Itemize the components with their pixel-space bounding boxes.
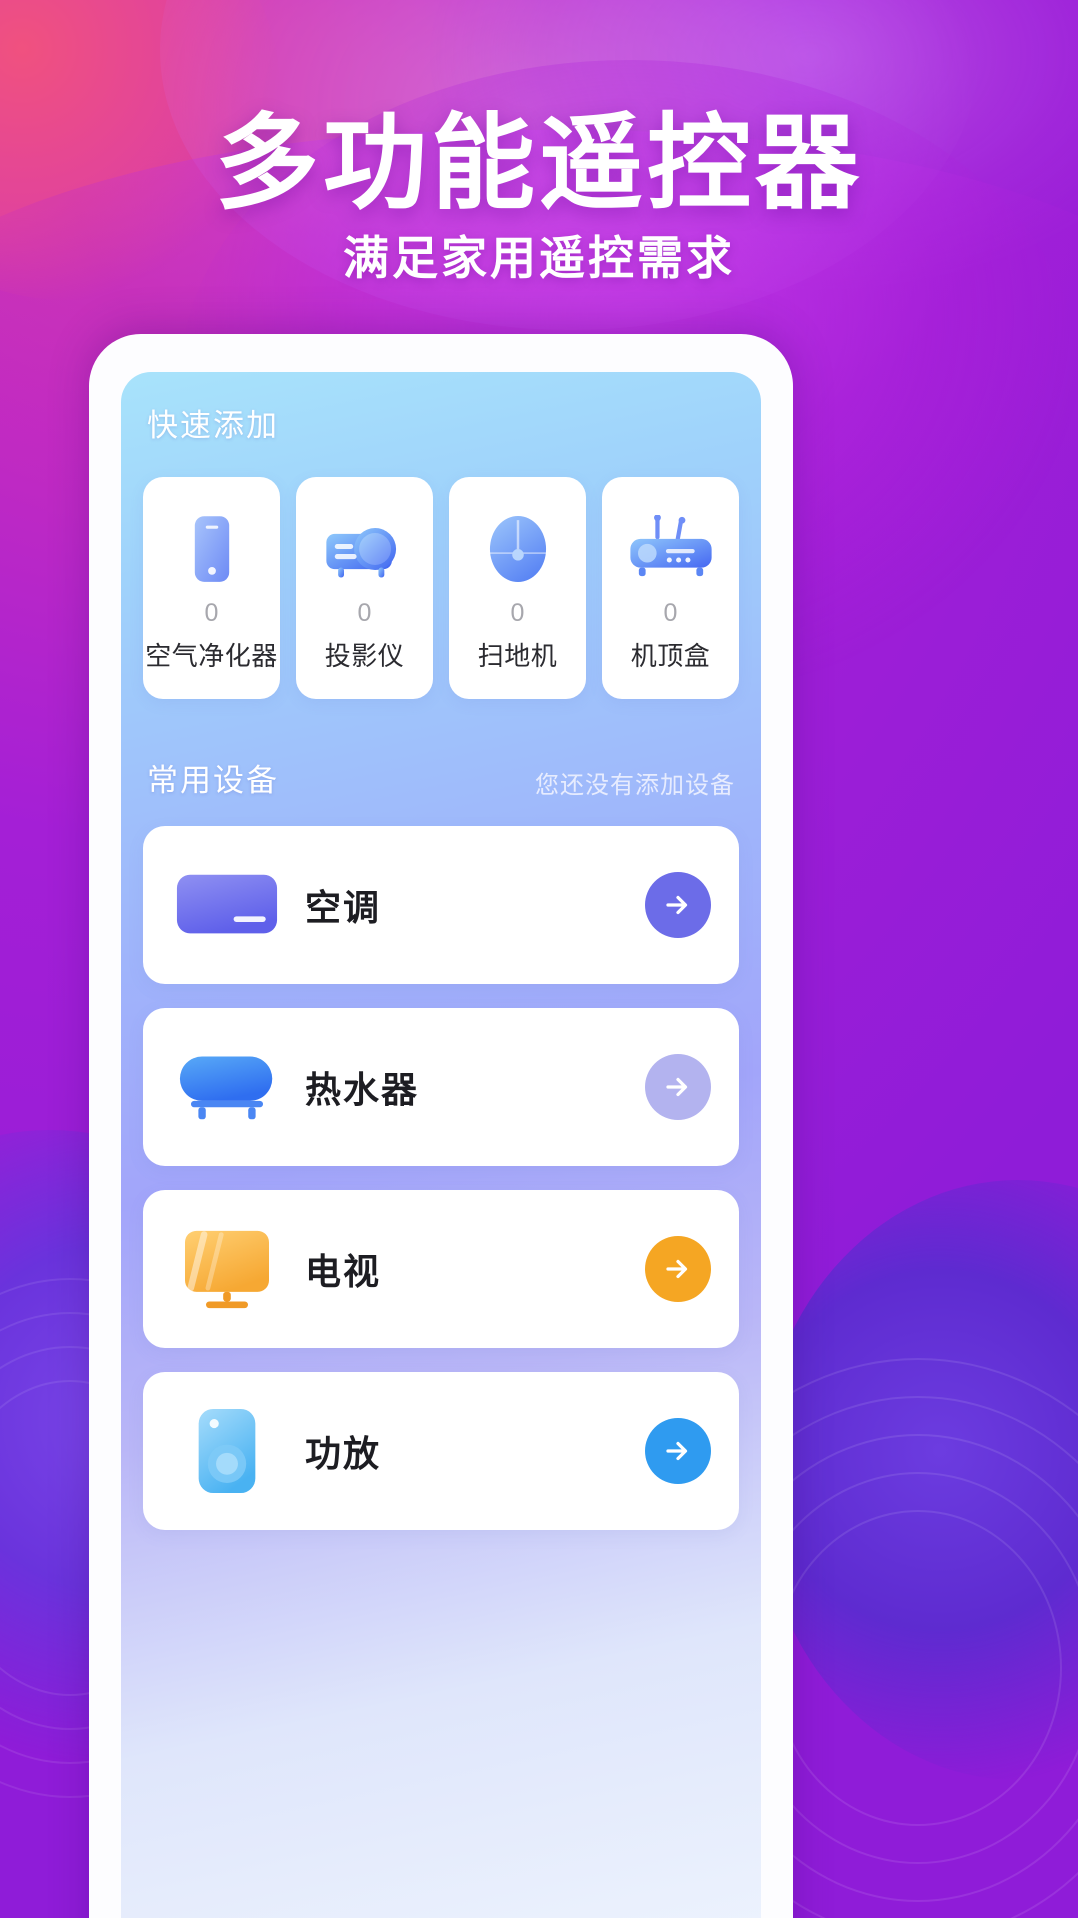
quick-add-tile-air-purifier[interactable]: 0 空气净化器 bbox=[143, 477, 280, 699]
robot-vacuum-icon bbox=[485, 503, 551, 595]
tile-label: 扫地机 bbox=[477, 641, 558, 671]
amplifier-icon bbox=[171, 1405, 283, 1497]
device-list: 空调 热水器 电视 功放 bbox=[121, 800, 761, 1530]
device-name: 热水器 bbox=[305, 1069, 420, 1110]
water-heater-icon bbox=[171, 1041, 283, 1133]
projector-icon bbox=[323, 503, 407, 595]
page-title: 多功能遥控器 bbox=[214, 102, 863, 224]
television-icon bbox=[171, 1223, 283, 1315]
device-name: 电视 bbox=[305, 1251, 382, 1292]
quick-add-title: 快速添加 bbox=[147, 408, 279, 443]
tile-label: 投影仪 bbox=[324, 641, 405, 671]
common-devices-empty-note: 您还没有添加设备 bbox=[535, 772, 735, 799]
air-purifier-icon bbox=[187, 503, 237, 595]
quick-add-tile-projector[interactable]: 0 投影仪 bbox=[296, 477, 433, 699]
arrow-right-icon[interactable] bbox=[645, 1054, 711, 1120]
common-devices-title: 常用设备 bbox=[147, 763, 279, 798]
arrow-right-icon[interactable] bbox=[645, 872, 711, 938]
tile-count: 0 bbox=[204, 599, 219, 627]
tile-label: 机顶盒 bbox=[630, 641, 711, 671]
table-row[interactable]: 热水器 bbox=[143, 1008, 739, 1166]
table-row[interactable]: 空调 bbox=[143, 826, 739, 984]
tile-count: 0 bbox=[510, 599, 525, 627]
tile-count: 0 bbox=[357, 599, 372, 627]
arrow-right-icon[interactable] bbox=[645, 1418, 711, 1484]
app-screen: 快速添加 0 空气净化器 0 投影仪 0 扫地机 0 机顶盒 常用设备 您还没有… bbox=[121, 372, 761, 1918]
quick-add-tile-set-top-box[interactable]: 0 机顶盒 bbox=[602, 477, 739, 699]
device-name: 空调 bbox=[305, 887, 382, 928]
device-name: 功放 bbox=[305, 1433, 382, 1474]
quick-add-tiles: 0 空气净化器 0 投影仪 0 扫地机 0 机顶盒 bbox=[121, 445, 761, 699]
air-conditioner-icon bbox=[171, 859, 283, 951]
tile-count: 0 bbox=[663, 599, 678, 627]
table-row[interactable]: 功放 bbox=[143, 1372, 739, 1530]
page-subtitle: 满足家用遥控需求 bbox=[343, 231, 735, 285]
table-row[interactable]: 电视 bbox=[143, 1190, 739, 1348]
phone-mockup: 快速添加 0 空气净化器 0 投影仪 0 扫地机 0 机顶盒 常用设备 您还没有… bbox=[89, 334, 793, 1918]
common-devices-header: 常用设备 您还没有添加设备 bbox=[121, 699, 761, 800]
quick-add-tile-robot-vacuum[interactable]: 0 扫地机 bbox=[449, 477, 586, 699]
tile-label: 空气净化器 bbox=[145, 641, 278, 671]
quick-add-header: 快速添加 bbox=[121, 372, 761, 445]
arrow-right-icon[interactable] bbox=[645, 1236, 711, 1302]
set-top-box-icon bbox=[627, 503, 715, 595]
